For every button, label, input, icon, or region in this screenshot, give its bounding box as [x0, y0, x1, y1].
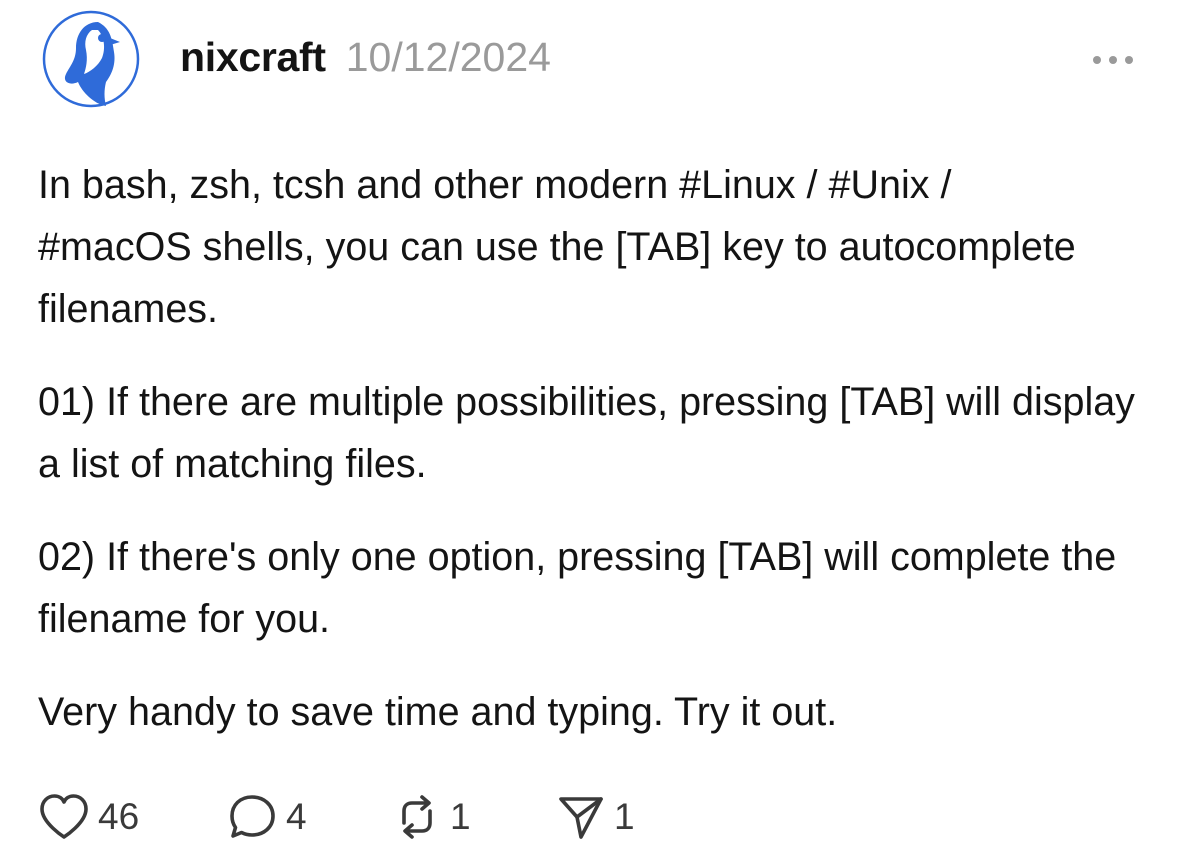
heart-icon	[40, 794, 88, 839]
repost-button[interactable]: 1	[392, 793, 556, 841]
post-paragraph: Very handy to save time and typing. Try …	[38, 690, 838, 734]
post-actions: 46 4 1 1	[38, 792, 635, 842]
post-paragraph: In bash, zsh, tcsh and other modern #Lin…	[38, 154, 1148, 340]
text-segment: shells, you can use the [TAB] key to aut…	[38, 225, 1076, 331]
repost-count: 1	[450, 796, 471, 837]
hashtag-link[interactable]: #Unix	[829, 163, 930, 207]
text-segment: /	[795, 163, 829, 207]
text-segment: In bash, zsh, tcsh and other modern	[38, 163, 680, 207]
reply-button[interactable]: 4	[228, 793, 392, 841]
reply-count: 4	[286, 796, 307, 837]
post-header: nixcraft 10/12/2024	[180, 34, 551, 88]
post-paragraph: 01) If there are multiple possibilities,…	[38, 380, 1135, 486]
author-avatar[interactable]	[40, 8, 142, 110]
share-button[interactable]: 1	[556, 793, 635, 841]
more-horizontal-icon	[1093, 56, 1133, 64]
author-name[interactable]: nixcraft	[180, 34, 326, 81]
more-options-button[interactable]	[1090, 48, 1136, 72]
post-paragraph: 02) If there's only one option, pressing…	[38, 535, 1117, 641]
post-body: In bash, zsh, tcsh and other modern #Lin…	[38, 154, 1148, 774]
text-segment: /	[929, 163, 952, 207]
comment-bubble-icon	[230, 795, 275, 838]
penguin-logo-icon	[42, 10, 140, 108]
hashtag-link[interactable]: #Linux	[679, 163, 795, 207]
like-count: 46	[98, 796, 140, 837]
repost-icon	[402, 795, 432, 839]
share-count: 1	[614, 796, 635, 837]
hashtag-link[interactable]: #macOS	[38, 225, 192, 269]
post-date[interactable]: 10/12/2024	[346, 34, 551, 81]
like-button[interactable]: 46	[38, 793, 228, 841]
send-icon	[559, 797, 603, 839]
post-card: nixcraft 10/12/2024 In bash, zsh, tcsh a…	[0, 0, 1179, 862]
